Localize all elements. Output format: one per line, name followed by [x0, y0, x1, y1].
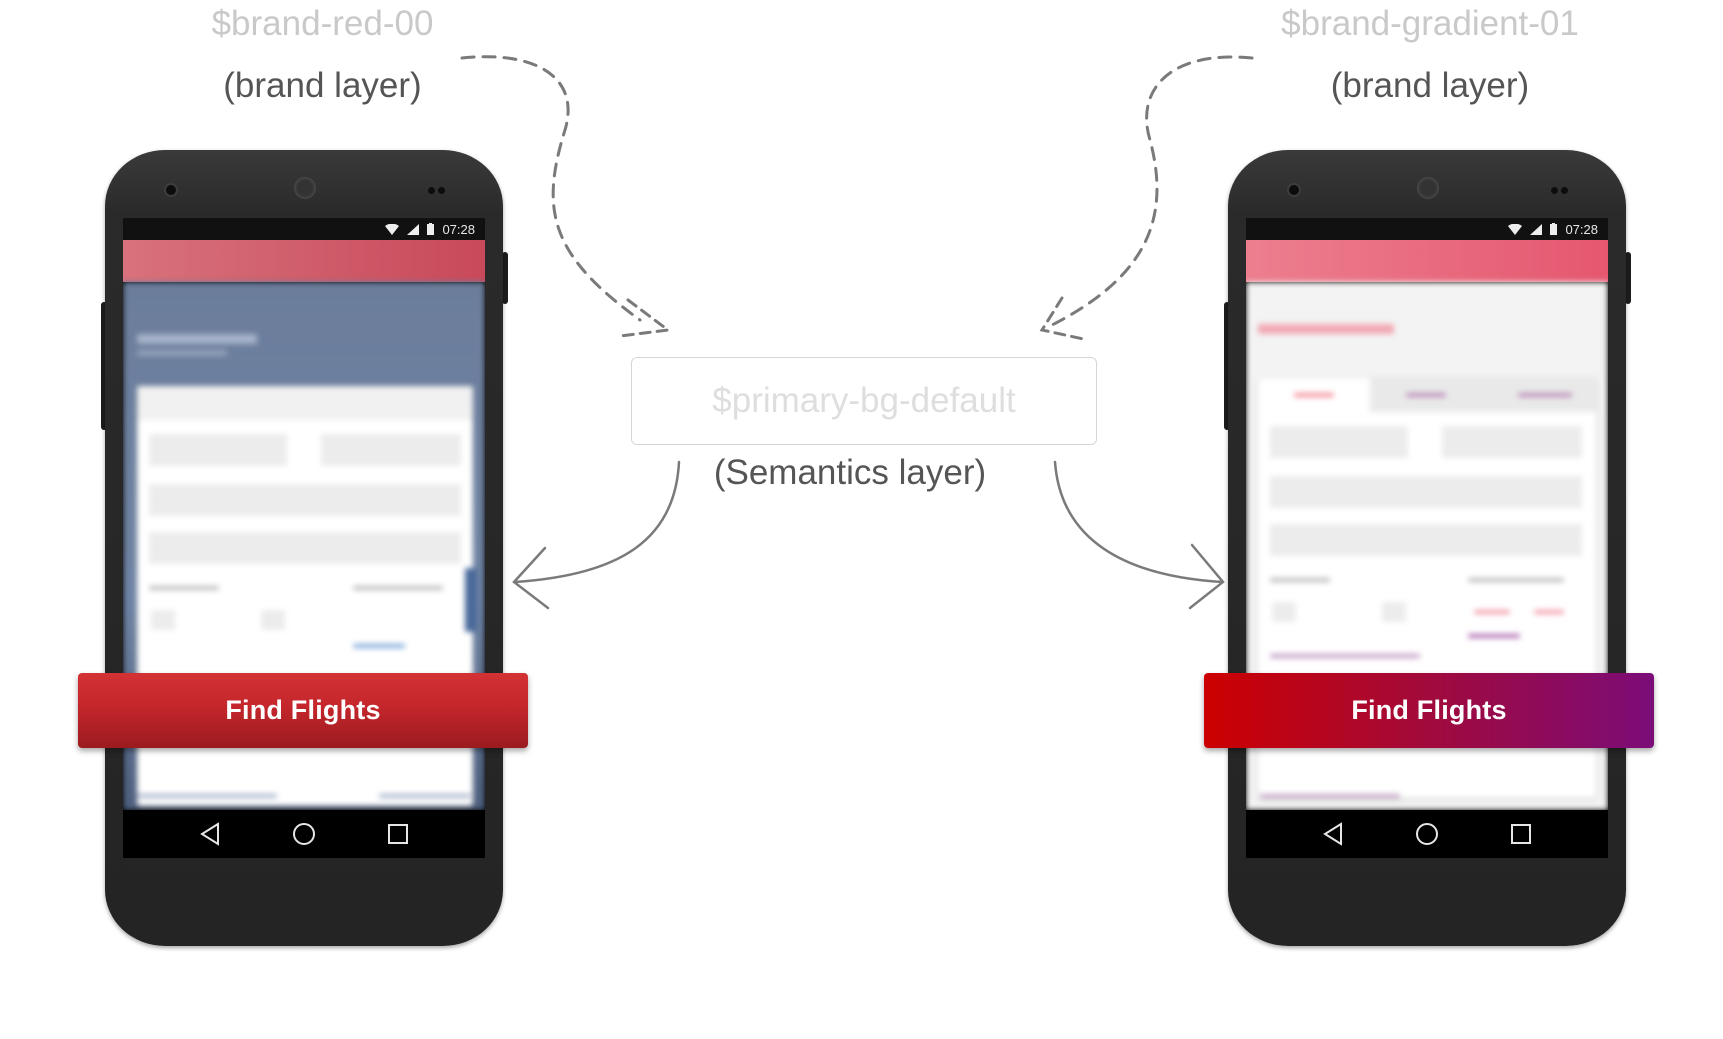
home-icon[interactable]	[1415, 822, 1439, 846]
left-pay-label	[353, 586, 443, 590]
right-footer-text	[1260, 794, 1400, 798]
right-phone-sensor-left	[1287, 183, 1301, 197]
wifi-icon	[1508, 223, 1523, 235]
battery-icon	[427, 223, 435, 235]
right-pay-option-1	[1474, 610, 1510, 614]
left-phone-sensor-right-1	[428, 187, 435, 194]
right-pay-label	[1468, 578, 1564, 582]
left-pay-underline	[353, 644, 405, 648]
left-phone: 07:28	[105, 150, 503, 946]
dashed-arrowhead-left	[618, 298, 672, 338]
left-footer-link	[379, 794, 471, 798]
left-nav-bar	[123, 810, 485, 858]
solid-arrow-left	[513, 460, 681, 584]
left-field-return	[149, 532, 461, 564]
right-field-from	[1270, 426, 1408, 458]
right-pay-underline	[1468, 634, 1520, 638]
right-status-bar: 07:28	[1246, 218, 1608, 240]
left-footer-text	[137, 794, 277, 798]
recents-icon[interactable]	[1510, 823, 1532, 845]
right-phone-camera	[1417, 177, 1439, 199]
right-field-return	[1270, 524, 1582, 556]
right-phone-sensor-right-1	[1551, 187, 1558, 194]
right-tab-3-label	[1518, 393, 1572, 397]
left-title-placeholder	[137, 334, 257, 344]
right-phone-screen: 07:28	[1246, 218, 1608, 858]
left-pax-label	[149, 586, 219, 590]
signal-icon	[407, 223, 420, 235]
right-app-bar	[1246, 240, 1608, 282]
right-tab-2-label	[1406, 393, 1446, 397]
right-title-placeholder	[1258, 324, 1394, 334]
recents-icon[interactable]	[387, 823, 409, 845]
left-status-time: 07:28	[442, 221, 475, 237]
home-icon[interactable]	[292, 822, 316, 846]
right-promo-label	[1270, 654, 1420, 658]
right-phone-sensor-right-2	[1561, 187, 1568, 194]
right-stepper-plus	[1382, 602, 1406, 622]
right-field-leave	[1270, 476, 1582, 508]
back-icon[interactable]	[199, 822, 221, 846]
right-field-to	[1442, 426, 1582, 458]
solid-arrow-right	[1053, 460, 1224, 584]
left-status-bar: 07:28	[123, 218, 485, 240]
right-status-time: 07:28	[1565, 221, 1598, 237]
left-stepper-plus	[261, 610, 285, 630]
right-pay-option-2	[1534, 610, 1564, 614]
signal-icon	[1530, 223, 1543, 235]
left-feedback-tab	[465, 568, 477, 632]
right-find-flights-button[interactable]: Find Flights	[1204, 673, 1654, 748]
wifi-icon	[385, 223, 400, 235]
left-phone-camera	[294, 177, 316, 199]
left-phone-sensor-right-2	[438, 187, 445, 194]
left-field-leave	[149, 484, 461, 516]
left-phone-sensor-left	[164, 183, 178, 197]
right-tab-active-label	[1294, 393, 1334, 397]
left-stepper-minus	[151, 610, 175, 630]
right-pax-label	[1270, 578, 1330, 582]
right-phone: 07:28	[1228, 150, 1626, 946]
battery-icon	[1550, 223, 1558, 235]
back-icon[interactable]	[1322, 822, 1344, 846]
right-stepper-minus	[1272, 602, 1296, 622]
left-phone-screen: 07:28	[123, 218, 485, 858]
left-field-from	[149, 434, 287, 466]
left-subtitle-placeholder	[137, 350, 227, 356]
left-tab-row	[137, 386, 473, 420]
right-nav-bar	[1246, 810, 1608, 858]
left-field-to	[321, 434, 461, 466]
left-find-flights-button[interactable]: Find Flights	[78, 673, 528, 748]
left-app-bar	[123, 240, 485, 282]
